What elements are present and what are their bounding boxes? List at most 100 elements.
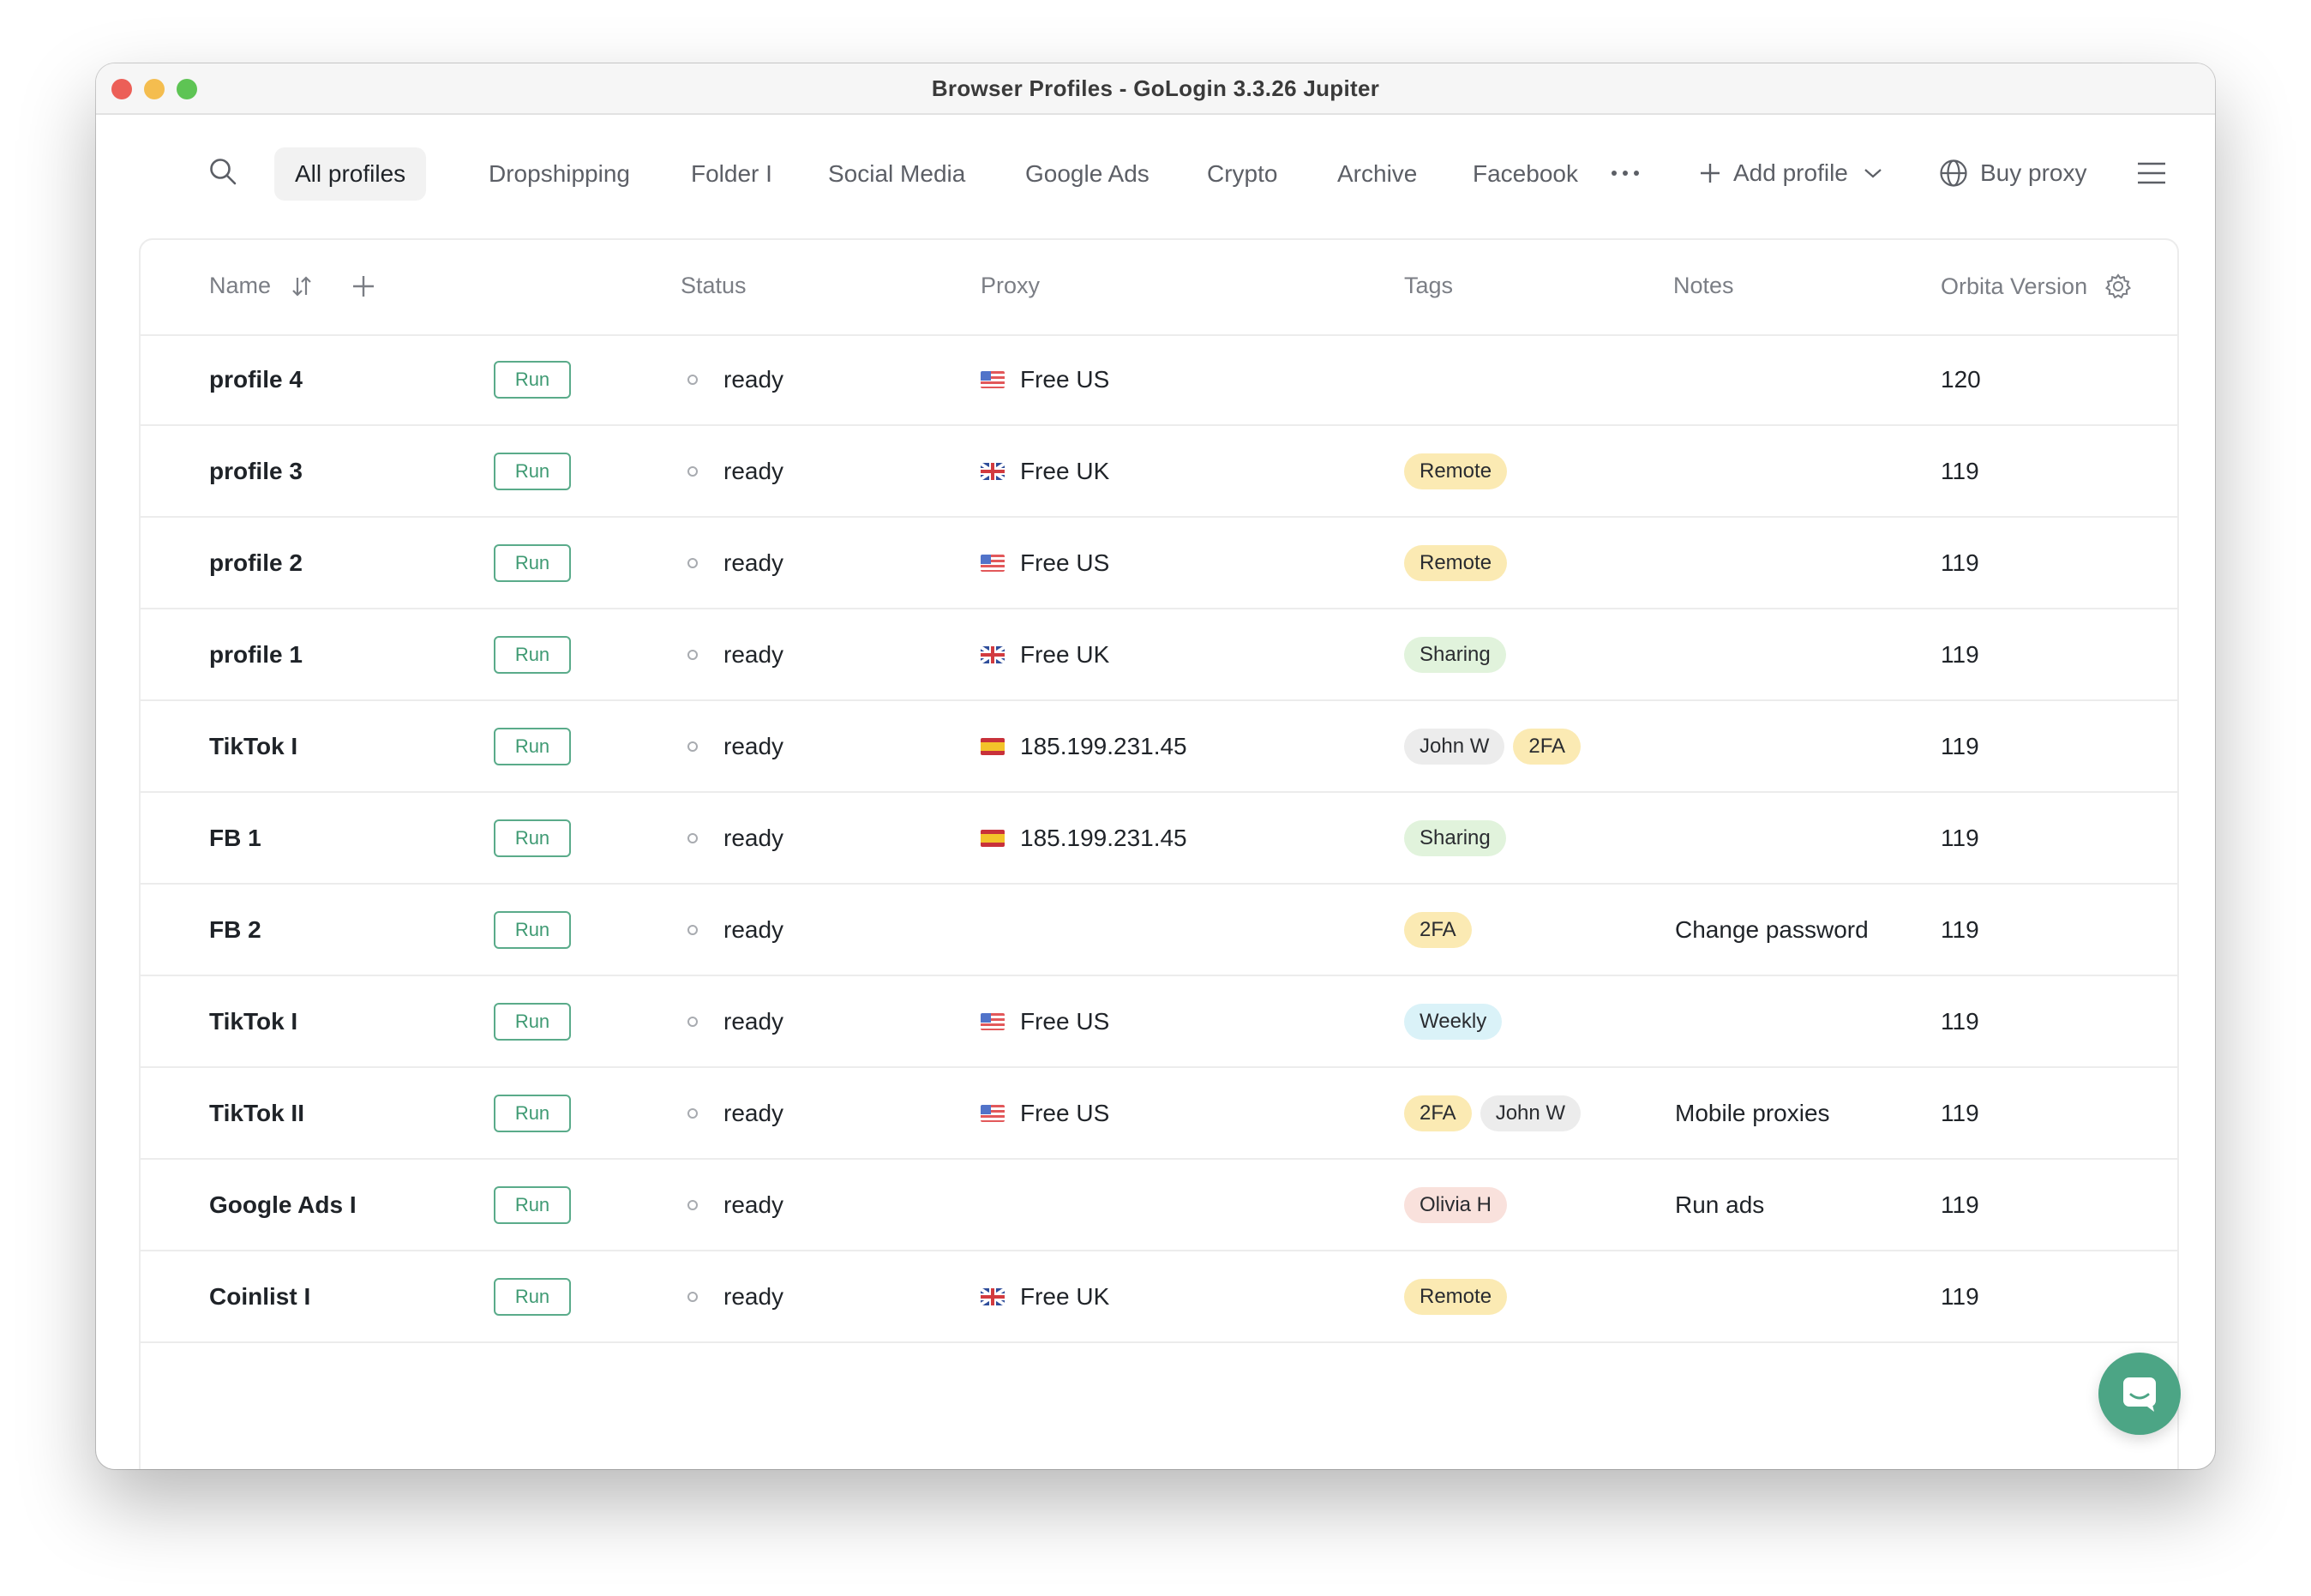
proxy-cell[interactable]: Free US — [981, 976, 1109, 1066]
tag-badge[interactable]: Remote — [1404, 453, 1507, 489]
profile-name[interactable]: profile 2 — [209, 518, 303, 608]
header-proxy[interactable]: Proxy — [981, 273, 1040, 299]
table-row[interactable]: profile 2 Run ready Free US Remote 119 — [141, 518, 2177, 609]
table-row[interactable]: TikTok I Run ready Free US Weekly 119 — [141, 976, 2177, 1068]
run-button[interactable]: Run — [494, 1003, 571, 1041]
run-button[interactable]: Run — [494, 819, 571, 857]
tab-folder-i[interactable]: Folder I — [670, 147, 793, 201]
tag-badge[interactable]: 2FA — [1404, 1095, 1472, 1131]
table-row[interactable]: profile 3 Run ready Free UK Remote 119 — [141, 426, 2177, 518]
profile-name[interactable]: profile 3 — [209, 426, 303, 516]
proxy-cell[interactable]: Free US — [981, 1068, 1109, 1158]
table-row[interactable]: profile 4 Run ready Free US 120 — [141, 334, 2177, 426]
status-indicator-icon — [687, 650, 698, 660]
tab-facebook[interactable]: Facebook — [1452, 147, 1599, 201]
profile-name[interactable]: FB 1 — [209, 793, 261, 883]
status-text: ready — [723, 366, 783, 393]
tags-cell[interactable]: Remote — [1404, 426, 1507, 516]
tab-crypto[interactable]: Crypto — [1186, 147, 1298, 201]
proxy-value: 185.199.231.45 — [1020, 733, 1187, 760]
run-button[interactable]: Run — [494, 636, 571, 674]
proxy-cell[interactable]: Free US — [981, 518, 1109, 608]
chat-support-button[interactable] — [2098, 1353, 2181, 1435]
add-column-icon[interactable] — [351, 274, 375, 298]
profile-name[interactable]: FB 2 — [209, 885, 261, 975]
proxy-cell[interactable]: Free US — [981, 334, 1109, 424]
menu-icon[interactable] — [2129, 151, 2174, 195]
tab-google-ads[interactable]: Google Ads — [1005, 147, 1170, 201]
proxy-cell[interactable]: Free UK — [981, 609, 1109, 699]
run-button[interactable]: Run — [494, 453, 571, 490]
tags-cell[interactable]: Sharing — [1404, 793, 1506, 883]
buy-proxy-button[interactable]: Buy proxy — [1939, 151, 2087, 195]
add-profile-button[interactable]: Add profile — [1699, 151, 1882, 195]
proxy-cell[interactable]: Free UK — [981, 1251, 1109, 1341]
run-button[interactable]: Run — [494, 911, 571, 949]
tag-badge[interactable]: 2FA — [1404, 912, 1472, 948]
header-tags[interactable]: Tags — [1404, 273, 1453, 299]
header-notes[interactable]: Notes — [1673, 273, 1734, 299]
profile-name[interactable]: TikTok I — [209, 976, 297, 1066]
tag-badge[interactable]: Sharing — [1404, 637, 1506, 673]
table-row[interactable]: TikTok II Run ready Free US 2FAJohn W Mo… — [141, 1068, 2177, 1160]
orbita-version: 119 — [1941, 793, 1979, 883]
notes-cell[interactable]: Change password — [1675, 885, 1869, 975]
run-button[interactable]: Run — [494, 361, 571, 399]
profile-name[interactable]: TikTok I — [209, 701, 297, 791]
tag-badge[interactable]: Olivia H — [1404, 1187, 1507, 1223]
chevron-down-icon[interactable] — [1864, 167, 1882, 179]
more-icon[interactable] — [1603, 154, 1648, 192]
tag-badge[interactable]: Sharing — [1404, 820, 1506, 856]
tag-badge[interactable]: Weekly — [1404, 1004, 1502, 1040]
tags-cell[interactable]: Weekly — [1404, 976, 1502, 1066]
tags-cell[interactable]: Remote — [1404, 1251, 1507, 1341]
run-button[interactable]: Run — [494, 1095, 571, 1132]
notes-cell[interactable]: Run ads — [1675, 1160, 1764, 1250]
run-button[interactable]: Run — [494, 1186, 571, 1224]
sort-icon[interactable] — [291, 275, 312, 297]
table-row[interactable]: Coinlist I Run ready Free UK Remote 119 — [141, 1251, 2177, 1343]
notes-cell[interactable]: Mobile proxies — [1675, 1068, 1830, 1158]
flag-us-icon — [981, 555, 1005, 572]
tab-archive[interactable]: Archive — [1317, 147, 1438, 201]
status-cell: ready — [687, 334, 783, 424]
proxy-cell[interactable]: Free UK — [981, 426, 1109, 516]
tags-cell[interactable]: Remote — [1404, 518, 1507, 608]
table-row[interactable]: Google Ads I Run ready Olivia H Run ads … — [141, 1160, 2177, 1251]
tags-cell[interactable]: 2FA — [1404, 885, 1472, 975]
proxy-value: Free US — [1020, 549, 1109, 577]
table-row[interactable]: profile 1 Run ready Free UK Sharing 119 — [141, 609, 2177, 701]
profile-name[interactable]: TikTok II — [209, 1068, 304, 1158]
run-button[interactable]: Run — [494, 728, 571, 765]
tags-cell[interactable]: 2FAJohn W — [1404, 1068, 1581, 1158]
header-status[interactable]: Status — [681, 273, 747, 299]
profile-name[interactable]: profile 4 — [209, 334, 303, 424]
flag-es-icon — [981, 830, 1005, 847]
tag-badge[interactable]: John W — [1404, 729, 1504, 765]
table-row[interactable]: TikTok I Run ready 185.199.231.45 John W… — [141, 701, 2177, 793]
tag-badge[interactable]: John W — [1480, 1095, 1581, 1131]
run-button[interactable]: Run — [494, 1278, 571, 1316]
tag-badge[interactable]: 2FA — [1513, 729, 1581, 765]
header-version-label[interactable]: Orbita Version — [1941, 273, 2087, 300]
tags-cell[interactable]: Olivia H — [1404, 1160, 1507, 1250]
run-button[interactable]: Run — [494, 544, 571, 582]
search-icon[interactable] — [202, 151, 243, 192]
profile-name[interactable]: Coinlist I — [209, 1251, 310, 1341]
tab-dropshipping[interactable]: Dropshipping — [468, 147, 651, 201]
profile-name[interactable]: Google Ads I — [209, 1160, 357, 1250]
tag-badge[interactable]: Remote — [1404, 545, 1507, 581]
profile-name[interactable]: profile 1 — [209, 609, 303, 699]
status-text: ready — [723, 916, 783, 944]
gear-icon[interactable] — [2104, 273, 2132, 300]
tags-cell[interactable]: Sharing — [1404, 609, 1506, 699]
tab-social-media[interactable]: Social Media — [807, 147, 986, 201]
proxy-cell[interactable]: 185.199.231.45 — [981, 793, 1187, 883]
tag-badge[interactable]: Remote — [1404, 1279, 1507, 1315]
proxy-cell[interactable]: 185.199.231.45 — [981, 701, 1187, 791]
tab-all-profiles[interactable]: All profiles — [274, 147, 426, 201]
toolbar: All profiles Dropshipping Folder I Socia… — [96, 113, 2215, 233]
table-row[interactable]: FB 1 Run ready 185.199.231.45 Sharing 11… — [141, 793, 2177, 885]
tags-cell[interactable]: John W2FA — [1404, 701, 1581, 791]
table-row[interactable]: FB 2 Run ready 2FA Change password 119 — [141, 885, 2177, 976]
